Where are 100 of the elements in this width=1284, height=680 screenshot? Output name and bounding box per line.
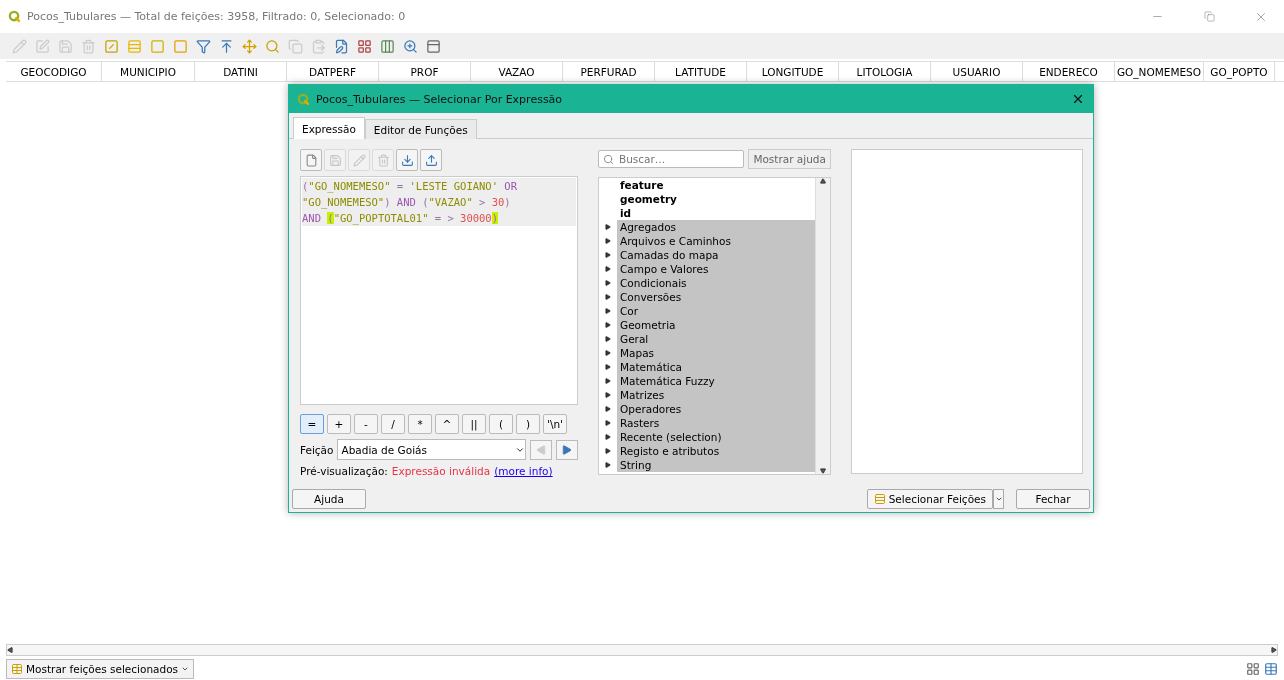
operator-button[interactable]: / <box>381 414 405 434</box>
filter-icon[interactable] <box>194 37 212 55</box>
table-icon <box>11 663 23 675</box>
column-header[interactable]: GO_POPTO <box>1204 62 1275 81</box>
scroll-up-icon[interactable] <box>820 178 826 184</box>
operator-button[interactable]: ^ <box>435 414 459 434</box>
operator-button[interactable]: - <box>354 414 378 434</box>
expand-arrow-icon[interactable] <box>605 420 611 426</box>
expand-arrow-icon[interactable] <box>605 392 611 398</box>
more-info-link[interactable]: (more info) <box>494 465 553 477</box>
column-header[interactable]: DATINI <box>195 62 287 81</box>
operator-button[interactable]: || <box>462 414 486 434</box>
move-icon[interactable] <box>240 37 258 55</box>
dropdown-arrow-button[interactable] <box>993 489 1004 509</box>
column-header[interactable]: DATPERF <box>287 62 379 81</box>
scroll-down-icon[interactable] <box>820 468 826 474</box>
tree-item[interactable]: Conversões <box>617 290 815 304</box>
tree-item[interactable]: Matrizes <box>617 388 815 402</box>
operator-button[interactable]: + <box>327 414 351 434</box>
new-file-icon[interactable] <box>300 149 322 171</box>
expand-arrow-icon[interactable] <box>605 252 611 258</box>
column-header[interactable]: ENDERECO <box>1023 62 1115 81</box>
close-icon[interactable] <box>1071 92 1085 106</box>
tree-item[interactable]: Rasters <box>617 416 815 430</box>
search-icon[interactable] <box>263 37 281 55</box>
operator-button[interactable]: ) <box>516 414 540 434</box>
feature-combo[interactable]: Abadia de Goiás <box>337 439 527 460</box>
operator-button[interactable]: '\n' <box>543 414 567 434</box>
upload-icon[interactable] <box>420 149 442 171</box>
caret-icon <box>994 495 1003 503</box>
select-features-button[interactable]: Selecionar Feições <box>866 489 993 509</box>
tree-item[interactable]: Registo e atributos <box>617 444 815 458</box>
column-header[interactable]: PERFURAD <box>563 62 655 81</box>
table-view-icon[interactable] <box>1264 662 1278 676</box>
form-view-icon[interactable] <box>1246 662 1260 676</box>
filter-dropdown-button[interactable]: Mostrar feições selecionados <box>6 659 195 679</box>
app-logo-icon <box>8 10 21 23</box>
tree-item[interactable]: Arquivos e Caminhos <box>617 234 815 248</box>
app-logo-icon <box>297 92 310 106</box>
horizontal-scrollbar[interactable] <box>6 644 1278 656</box>
expand-arrow-icon[interactable] <box>605 434 611 440</box>
tree-item[interactable]: Recente (selection) <box>617 430 815 444</box>
expression-editor[interactable]: ("GO_NOMEMESO" = 'LESTE GOIANO' OR "GO_NOMEMESO") AND ("VAZAO" > 30) AND ("GO_POPTOTAL01" = > 30000) <box>300 176 578 405</box>
expand-arrow-icon[interactable] <box>605 378 611 384</box>
expand-arrow-icon[interactable] <box>605 294 611 300</box>
tab[interactable]: Editor de Funções <box>364 119 477 139</box>
operator-button[interactable]: ( <box>489 414 513 434</box>
expand-arrow-icon[interactable] <box>605 462 611 468</box>
tree-item[interactable]: Matemática <box>617 360 815 374</box>
columns-icon[interactable] <box>378 37 396 55</box>
tree-item[interactable]: String <box>617 458 815 472</box>
expand-arrow-icon[interactable] <box>605 350 611 356</box>
operator-button[interactable]: = <box>300 414 324 434</box>
column-header[interactable]: MUNICIPIO <box>102 62 195 81</box>
column-header[interactable]: LITOLOGIA <box>839 62 931 81</box>
column-header[interactable]: USUARIO <box>931 62 1023 81</box>
column-header[interactable]: GEOCODIGO <box>6 62 102 81</box>
expand-arrow-icon[interactable] <box>605 280 611 286</box>
grid-icon[interactable] <box>355 37 373 55</box>
expand-arrow-icon[interactable] <box>605 448 611 454</box>
tree-item[interactable]: Matemática Fuzzy <box>617 374 815 388</box>
tab[interactable]: Expressão <box>293 117 365 139</box>
tree-item[interactable]: Operadores <box>617 402 815 416</box>
tree-item[interactable]: Mapas <box>617 346 815 360</box>
scroll-right-icon[interactable] <box>1271 647 1277 653</box>
close-button[interactable]: Fechar <box>1016 489 1090 509</box>
tree-item[interactable]: Campo e Valores <box>617 262 815 276</box>
tree-item[interactable]: Geometria <box>617 318 815 332</box>
panel-icon[interactable] <box>424 37 442 55</box>
tree-item[interactable]: Geral <box>617 332 815 346</box>
next-button[interactable] <box>556 439 578 460</box>
expand-arrow-icon[interactable] <box>605 364 611 370</box>
tree-item[interactable]: Cor <box>617 304 815 318</box>
column-header[interactable]: LONGITUDE <box>747 62 839 81</box>
help-button[interactable]: Ajuda <box>292 489 366 509</box>
zoom-icon[interactable] <box>401 37 419 55</box>
left-triangle-icon <box>536 444 547 455</box>
show-help-button[interactable]: Mostrar ajuda <box>748 149 831 169</box>
expand-arrow-icon[interactable] <box>605 238 611 244</box>
caret-icon <box>181 665 190 673</box>
right-triangle-icon <box>562 444 572 455</box>
expand-arrow-icon[interactable] <box>605 266 611 272</box>
dialog-title: Pocos_Tubulares — Selecionar Por Expressão <box>316 92 564 106</box>
column-header[interactable]: VAZAO <box>471 62 563 81</box>
preview-label: Pré-visualização: <box>300 465 388 477</box>
expand-arrow-icon[interactable] <box>605 406 611 412</box>
tree-item[interactable]: Camadas do mapa <box>617 248 815 262</box>
download-icon[interactable] <box>396 149 418 171</box>
search-field[interactable]: Buscar… <box>598 150 745 168</box>
tree-item[interactable]: Agregados <box>617 220 815 234</box>
expand-arrow-icon[interactable] <box>605 322 611 328</box>
column-header[interactable]: GO_NOMEMESO <box>1115 62 1204 81</box>
expand-arrow-icon[interactable] <box>605 308 611 314</box>
expand-arrow-icon[interactable] <box>605 224 611 230</box>
tree-item[interactable]: Condicionais <box>617 276 815 290</box>
operator-button[interactable]: * <box>408 414 432 434</box>
column-header[interactable]: PROF <box>379 62 471 81</box>
scroll-left-icon[interactable] <box>7 647 13 653</box>
column-header[interactable]: LATITUDE <box>655 62 747 81</box>
expand-arrow-icon[interactable] <box>605 336 611 342</box>
